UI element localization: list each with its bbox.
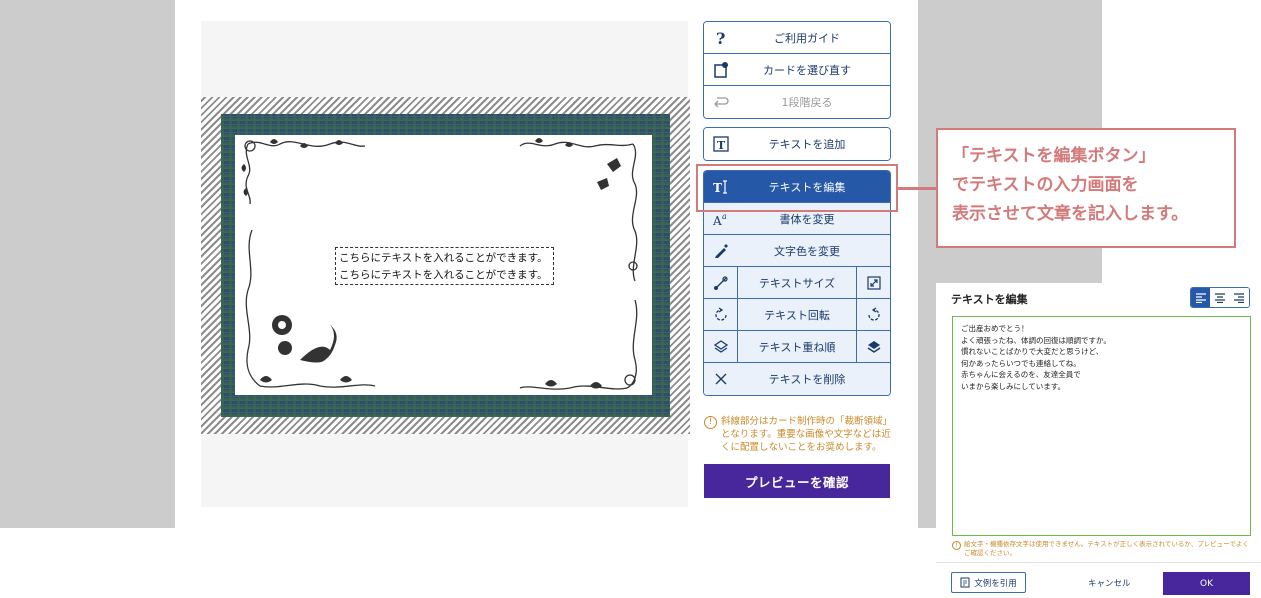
change-font-label: 書体を変更	[779, 212, 835, 226]
svg-text:?: ?	[716, 30, 725, 46]
background-left	[0, 0, 175, 528]
align-left-icon	[1195, 292, 1206, 303]
card-text-box[interactable]: こちらにテキストを入れることができます。 こちらにテキストを入れることができます…	[335, 247, 554, 285]
change-color-button[interactable]: 文字色を変更	[704, 235, 890, 267]
expand-icon[interactable]	[856, 267, 890, 298]
callout-line: 「テキストを編集ボタン」	[952, 146, 1156, 166]
ornament-bottom-right	[519, 300, 638, 390]
text-rotate-button[interactable]: テキスト回転	[704, 299, 890, 331]
ornament-top-left	[241, 139, 366, 205]
add-text-button[interactable]: T テキストを追加	[704, 128, 890, 160]
guide-button[interactable]: ? ご利用ガイド	[704, 22, 890, 54]
toolbar-group-add: T テキストを追加	[703, 127, 891, 161]
reselect-card-label: カードを選び直す	[763, 63, 851, 77]
textarea-line: よく頑張ったね、体調の回復は順調ですか。	[961, 335, 1111, 345]
instruction-callout: 「テキストを編集ボタン」 でテキストの入力画面を 表示させて文章を記入します。	[936, 128, 1236, 248]
textarea-line: ご出産おめでとう！	[961, 324, 1029, 333]
undo-button[interactable]: 1段階戻る	[704, 86, 890, 118]
callout-line: でテキストの入力画面を	[952, 175, 1139, 195]
reselect-card-button[interactable]: カードを選び直す	[704, 54, 890, 86]
align-right-icon	[1234, 292, 1245, 303]
align-left-button[interactable]	[1191, 288, 1211, 307]
highlight-frame	[696, 164, 898, 212]
dialog-divider	[936, 562, 1261, 563]
layers-filled-icon[interactable]	[856, 331, 890, 362]
dialog-notice: ! 絵文字・機種依存文字は使用できません。テキストが正しく表示されているか、プレ…	[952, 540, 1252, 558]
callout-line: 表示させて文章を記入します。	[952, 204, 1189, 224]
textarea-line: 慣れないことばかりで大変だと思うけど、	[961, 347, 1104, 356]
message-textarea[interactable]: ご出産おめでとう！ よく頑張ったね、体調の回復は順調ですか。 慣れないことばかり…	[952, 316, 1251, 536]
layers-icon[interactable]	[704, 331, 738, 362]
undo-icon	[704, 96, 738, 108]
close-icon	[704, 372, 738, 386]
bleed-notice-text: 斜線部分はカード制作時の「裁断領域」となります。重要な画像や文字などは近くに配置…	[721, 416, 893, 453]
text-add-icon: T	[704, 136, 738, 152]
bleed-notice: ! 斜線部分はカード制作時の「裁断領域」となります。重要な画像や文字などは近くに…	[704, 415, 894, 454]
rotate-left-icon[interactable]	[704, 299, 738, 330]
alignment-toggle	[1190, 287, 1250, 308]
question-icon: ?	[704, 30, 738, 46]
edit-text-dialog: テキストを編集 ご出産おめでとう！ よく頑張ったね、体調の回復は順調ですか。 慣…	[936, 283, 1261, 598]
delete-text-button[interactable]: テキストを削除	[704, 363, 890, 395]
warning-icon: !	[952, 541, 961, 550]
card-text-line: こちらにテキストを入れることができます。	[339, 269, 548, 281]
undo-label: 1段階戻る	[781, 96, 833, 109]
dialog-title: テキストを編集	[951, 293, 1028, 306]
card-reselect-icon	[704, 61, 738, 78]
quote-template-button[interactable]: 文例を引用	[951, 572, 1026, 593]
svg-text:T: T	[717, 139, 726, 152]
guide-label: ご利用ガイド	[774, 31, 840, 45]
textarea-line: 赤ちゃんに会えるのを、友達全員で	[961, 370, 1081, 379]
dialog-notice-text: 絵文字・機種依存文字は使用できません。テキストが正しく表示されているか、プレビュ…	[964, 540, 1249, 557]
pen-icon	[704, 243, 738, 259]
cancel-button[interactable]: キャンセル	[1088, 577, 1131, 589]
align-center-button[interactable]	[1210, 288, 1230, 307]
text-order-label: テキスト重ね順	[758, 340, 836, 354]
document-icon	[960, 577, 970, 588]
callout-connector	[898, 187, 936, 190]
rotate-right-icon[interactable]	[856, 299, 890, 330]
align-right-button[interactable]	[1229, 288, 1249, 307]
quote-template-label: 文例を引用	[974, 578, 1017, 589]
card-text-line: こちらにテキストを入れることができます。	[339, 252, 548, 264]
text-size-label: テキストサイズ	[758, 276, 836, 290]
svg-text:A: A	[712, 214, 722, 227]
text-size-button[interactable]: テキストサイズ	[704, 267, 890, 299]
preview-button[interactable]: プレビューを確認	[704, 464, 890, 498]
toolbar-group-navigation: ? ご利用ガイド カードを選び直す 1段階戻る	[703, 21, 891, 119]
text-rotate-label: テキスト回転	[764, 308, 830, 322]
delete-text-label: テキストを削除	[768, 373, 846, 386]
textarea-line: 何かあったらいつでも連絡してね。	[961, 358, 1081, 368]
change-color-label: 文字色を変更	[774, 244, 840, 258]
warning-icon: !	[704, 416, 717, 429]
add-text-label: テキストを追加	[768, 138, 846, 151]
resize-icon[interactable]	[704, 267, 738, 298]
font-icon: Aa	[704, 211, 738, 227]
textarea-line: いまから楽しみにしています。	[961, 381, 1066, 391]
svg-text:a: a	[722, 212, 727, 221]
ok-button[interactable]: OK	[1163, 572, 1250, 595]
align-center-icon	[1214, 292, 1225, 303]
text-order-button[interactable]: テキスト重ね順	[704, 331, 890, 363]
